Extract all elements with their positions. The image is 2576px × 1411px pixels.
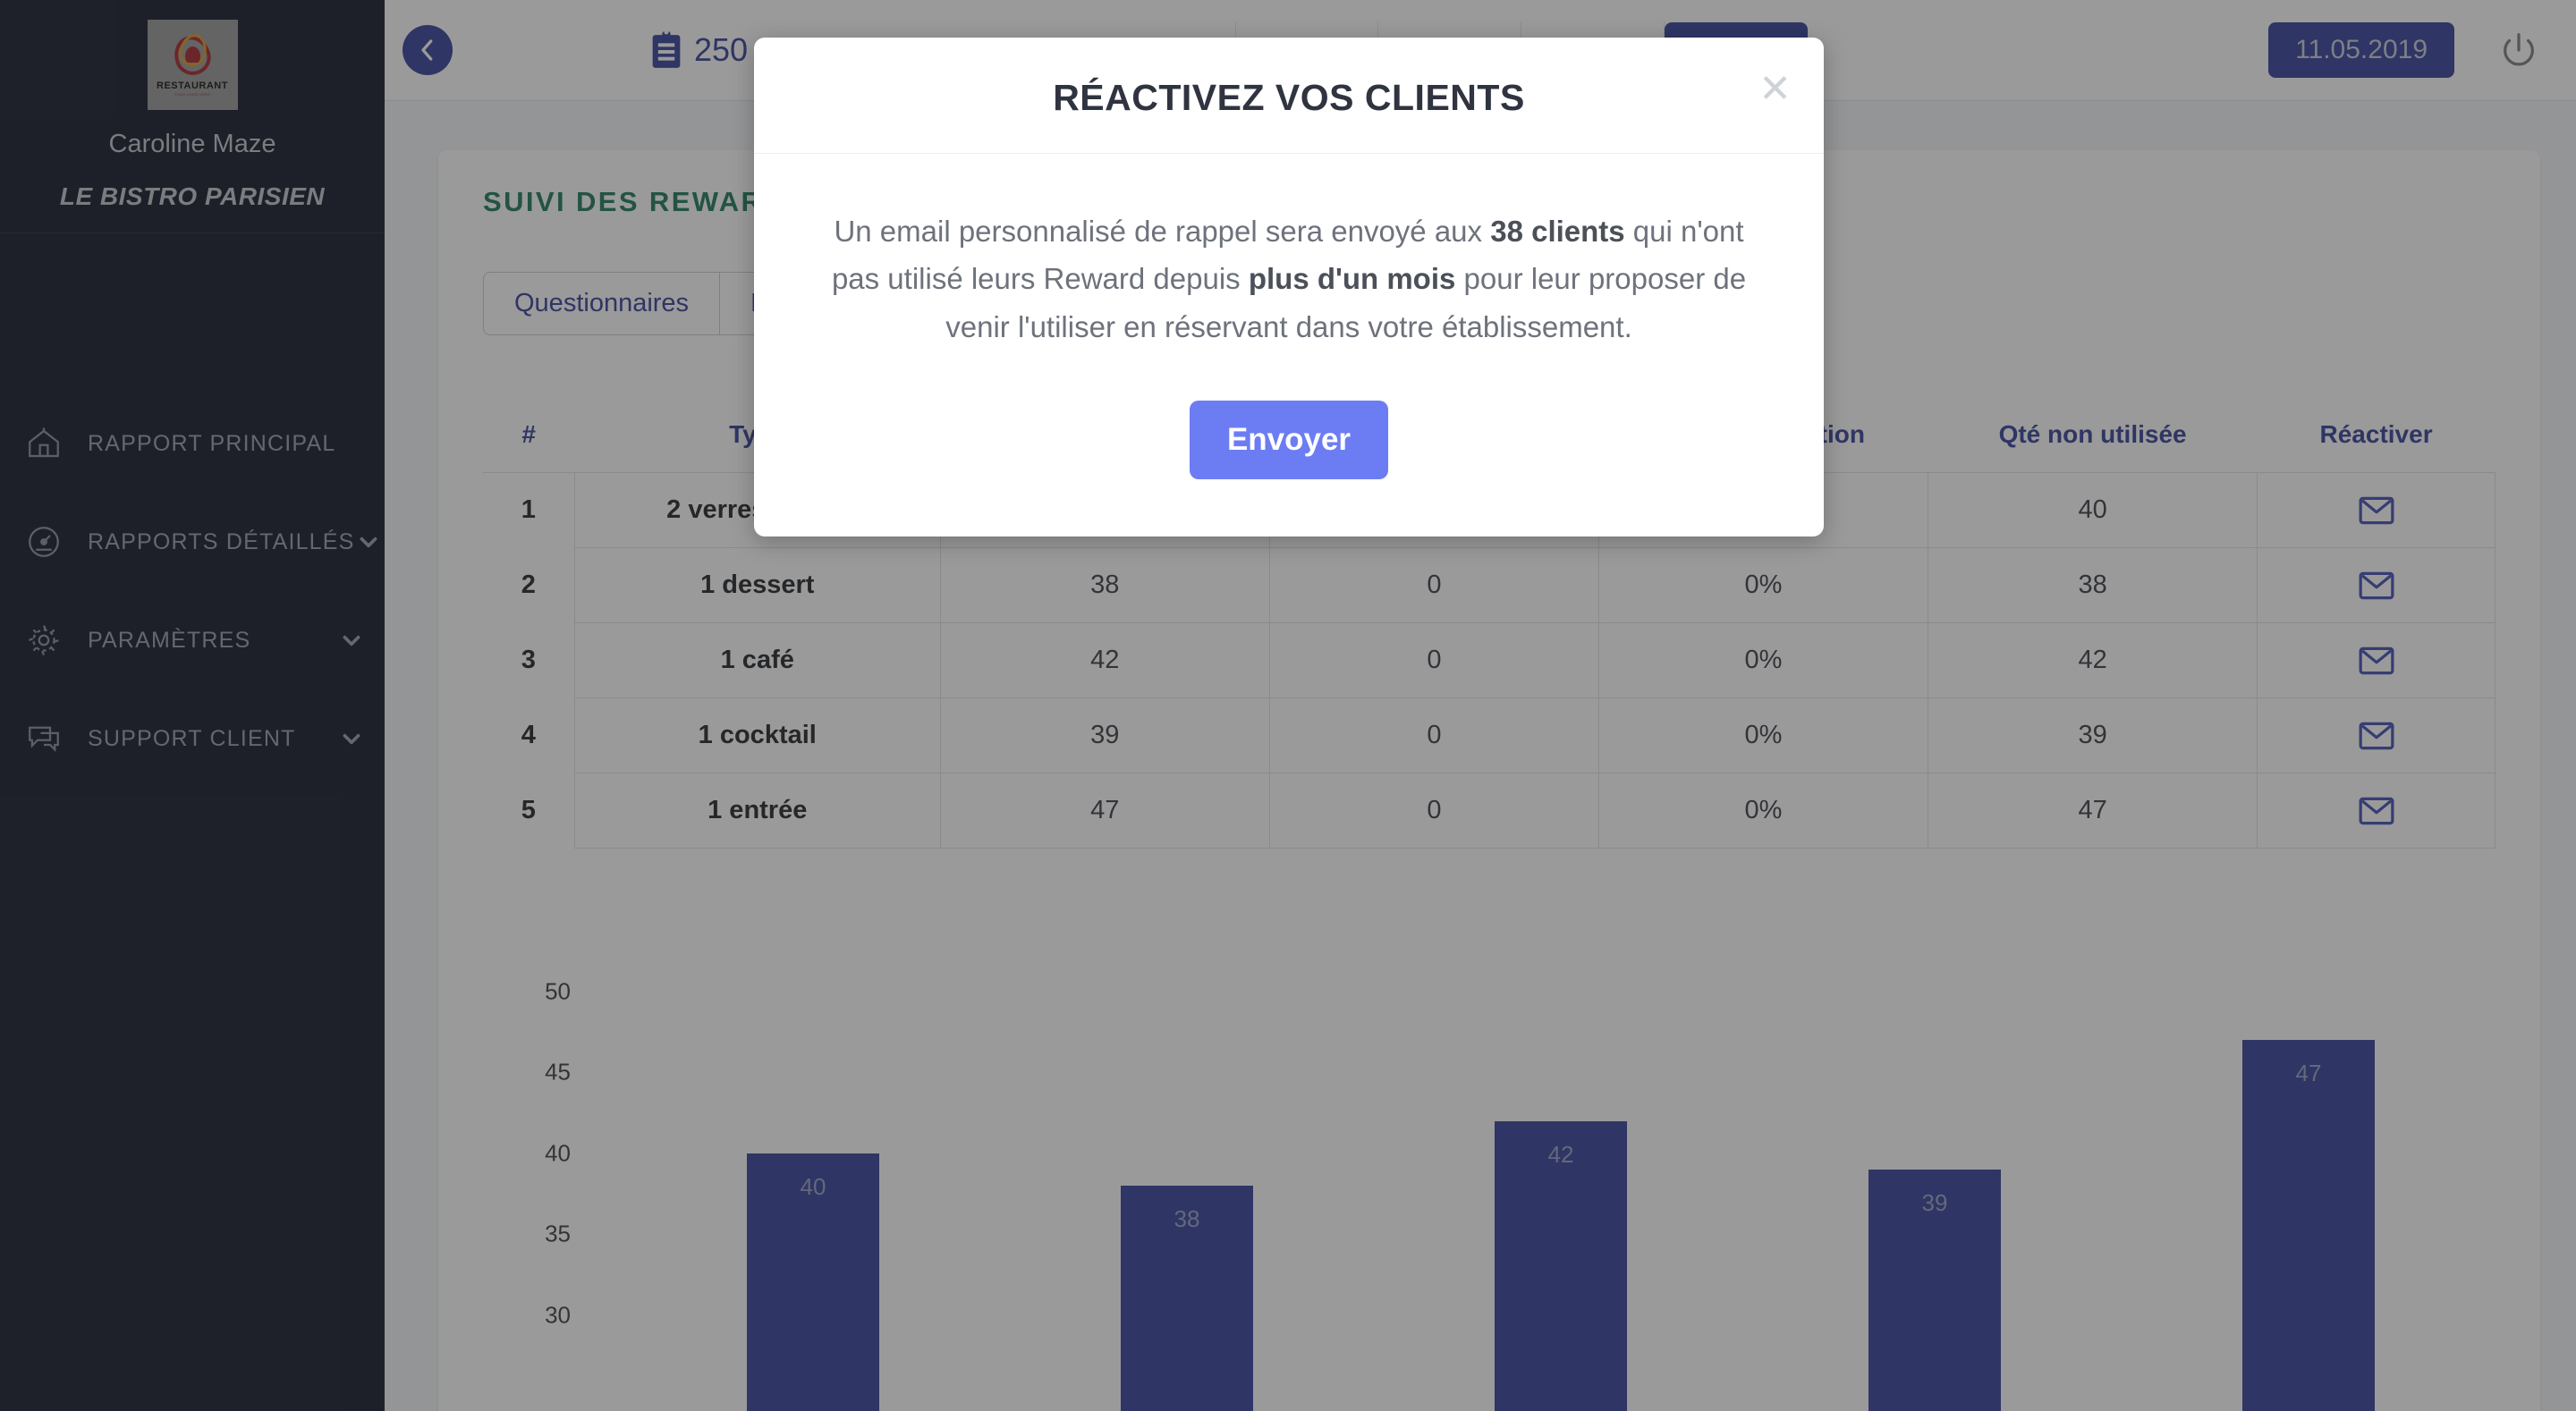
modal-body: Un email personnalisé de rappel sera env… [754,154,1824,537]
modal-title: RÉACTIVEZ VOS CLIENTS [1053,77,1525,118]
modal-description: Un email personnalisé de rappel sera env… [824,207,1754,351]
reactivate-clients-modal: RÉACTIVEZ VOS CLIENTS ✕ Un email personn… [754,38,1824,537]
send-button[interactable]: Envoyer [1189,401,1389,480]
app-root: RESTAURANT YOUR LOGO HERE Caroline Maze … [0,0,2576,1411]
modal-header: RÉACTIVEZ VOS CLIENTS ✕ [754,38,1824,154]
modal-bold-clients: 38 clients [1490,215,1625,248]
modal-text-part1: Un email personnalisé de rappel sera env… [834,215,1491,248]
modal-bold-period: plus d'un mois [1248,262,1456,296]
close-icon[interactable]: ✕ [1758,70,1792,109]
